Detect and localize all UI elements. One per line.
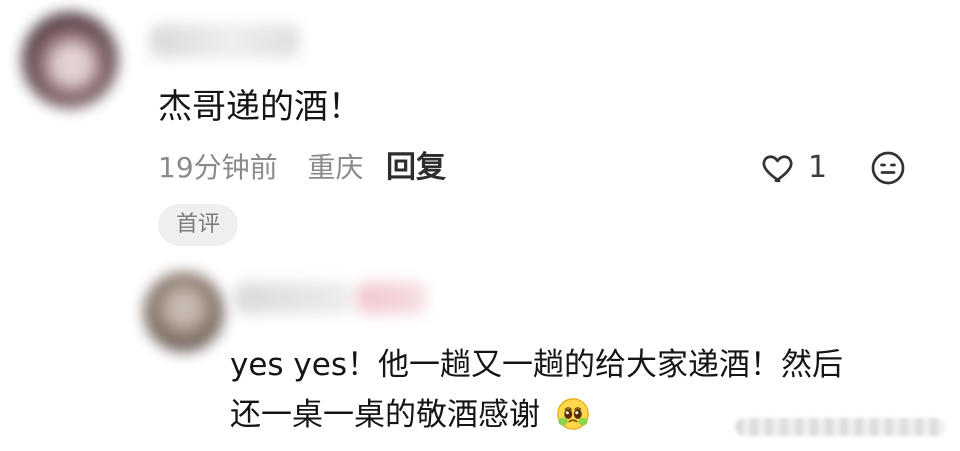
comment-avatar[interactable]: [22, 12, 118, 108]
watermark-blurred: [735, 418, 945, 436]
comment-username-blurred: [150, 24, 300, 58]
pleading-face-emoji: [557, 398, 589, 430]
reply-line-1: yes yes！他一趟又一趟的给大家递酒！然后: [230, 347, 843, 383]
comment-location: 重庆: [307, 151, 364, 184]
comment-time: 19分钟前: [158, 151, 278, 184]
comment-meta: 19分钟前 重庆: [158, 148, 363, 188]
reply-button[interactable]: 回复: [386, 148, 446, 188]
reply-line-2-text: 还一桌一桌的敬酒感谢: [230, 397, 540, 433]
like-count: 1: [808, 150, 828, 185]
reply-badge-blurred: [356, 282, 426, 314]
heart-outline-icon[interactable]: [760, 150, 798, 186]
first-comment-badge: 首评: [158, 204, 238, 246]
smiley-icon[interactable]: [870, 150, 906, 186]
comment-text: 杰哥递的酒！: [158, 87, 362, 127]
reply-avatar[interactable]: [144, 272, 224, 352]
reply-username-blurred: [234, 282, 354, 314]
